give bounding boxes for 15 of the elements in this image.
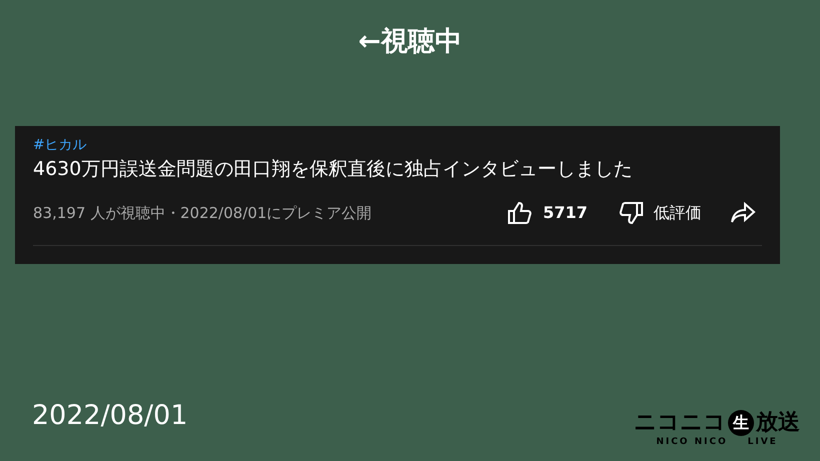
video-title: 4630万円誤送金問題の田口翔を保釈直後に独占インタビューしました (33, 157, 632, 182)
logo-text: 放送 (756, 410, 800, 436)
like-button[interactable]: 5717 (507, 201, 588, 225)
logo-subtext: NICO NICO (656, 436, 728, 448)
thumbs-down-icon (618, 201, 644, 225)
logo-subtext: LIVE (748, 436, 778, 448)
dislike-button[interactable]: 低評価 (618, 201, 702, 225)
logo-text: ニコニコ (634, 410, 726, 436)
thumbs-up-icon (507, 201, 533, 225)
caption-text: ←視聴中 (358, 25, 462, 59)
share-icon[interactable] (730, 202, 756, 224)
logo-badge: 生 (728, 410, 754, 436)
date-text: 2022/08/01 (32, 399, 188, 433)
hashtag-link[interactable]: #ヒカル (33, 136, 87, 154)
view-count-text: 83,197 人が視聴中・2022/08/01にプレミア公開 (33, 202, 373, 224)
